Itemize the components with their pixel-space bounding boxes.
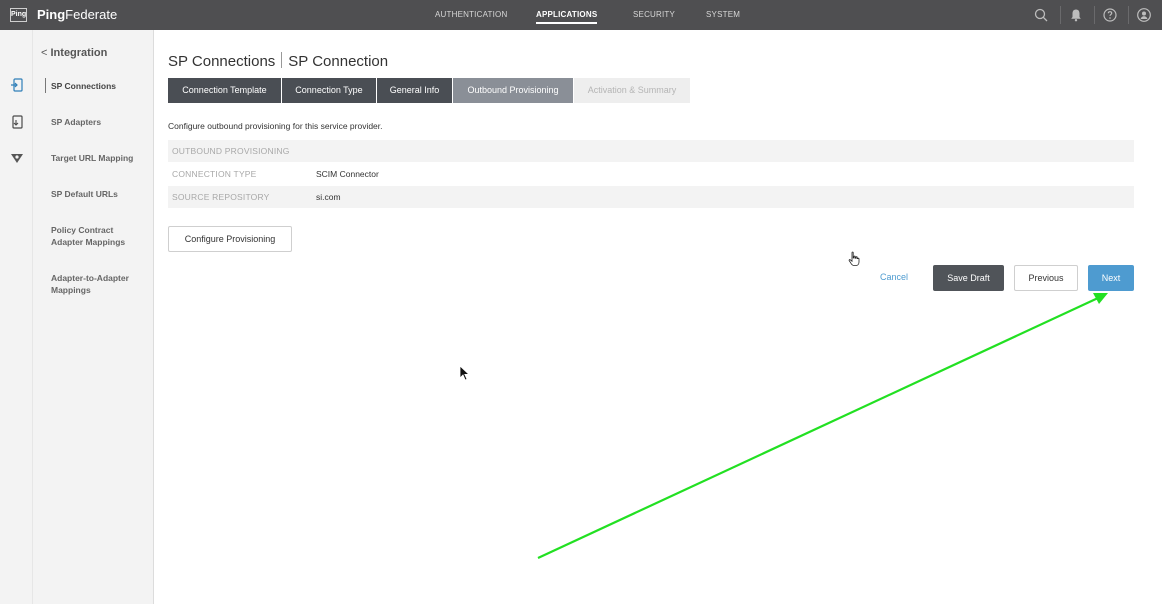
save-draft-button[interactable]: Save Draft <box>933 265 1004 291</box>
table-header: OUTBOUND PROVISIONING <box>172 146 290 156</box>
row-key: SOURCE REPOSITORY <box>172 192 270 202</box>
row-value: SCIM Connector <box>316 169 379 179</box>
user-icon[interactable] <box>1136 7 1152 23</box>
table-header-row: OUTBOUND PROVISIONING <box>168 140 1134 162</box>
adapter-icon[interactable] <box>9 114 25 130</box>
cancel-link[interactable]: Cancel <box>880 272 908 282</box>
sidebar-item-sp-adapters[interactable]: SP Adapters <box>51 116 147 128</box>
sidebar-item-target-url-mapping[interactable]: Target URL Mapping <box>51 152 147 164</box>
tab-general-info[interactable]: General Info <box>377 78 452 103</box>
sidebar-back-label: Integration <box>50 47 108 59</box>
top-separator <box>1128 6 1129 24</box>
top-bar: Ping PingFederate AUTHENTICATION APPLICA… <box>0 0 1162 30</box>
sidebar-item-adapter-to-adapter-mappings[interactable]: Adapter-to-Adapter Mappings <box>51 272 147 296</box>
configure-provisioning-button[interactable]: Configure Provisioning <box>168 226 292 252</box>
help-icon[interactable] <box>1102 7 1118 23</box>
ping-logo: Ping <box>10 8 27 22</box>
page-title-sub: SP Connection <box>288 53 389 70</box>
sidebar: < Integration SP Connections SP Adapters… <box>33 30 154 604</box>
row-key: CONNECTION TYPE <box>172 169 257 179</box>
table-row: SOURCE REPOSITORY si.com <box>168 186 1134 208</box>
icon-strip <box>0 30 33 604</box>
product-name: PingFederate <box>37 7 118 22</box>
chevron-left-icon: < <box>41 47 48 59</box>
top-separator <box>1060 6 1061 24</box>
sidebar-item-sp-default-urls[interactable]: SP Default URLs <box>51 188 147 200</box>
bell-icon[interactable] <box>1068 7 1084 23</box>
page-title-main: SP Connections <box>168 53 276 70</box>
nav-security[interactable]: SECURITY <box>633 10 675 19</box>
nav-system[interactable]: SYSTEM <box>706 10 740 19</box>
mapping-icon[interactable] <box>9 150 25 166</box>
title-divider <box>281 52 283 68</box>
search-icon[interactable] <box>1033 7 1049 23</box>
row-value: si.com <box>316 192 341 202</box>
tab-connection-template[interactable]: Connection Template <box>168 78 281 103</box>
nav-applications[interactable]: APPLICATIONS <box>536 10 598 24</box>
instruction-text: Configure outbound provisioning for this… <box>168 121 383 131</box>
nav-authentication[interactable]: AUTHENTICATION <box>435 10 507 19</box>
previous-button[interactable]: Previous <box>1014 265 1078 291</box>
arrow-cursor-icon <box>459 365 471 381</box>
tab-connection-type[interactable]: Connection Type <box>282 78 376 103</box>
connection-icon[interactable] <box>9 77 25 93</box>
tab-outbound-provisioning[interactable]: Outbound Provisioning <box>453 78 573 103</box>
sidebar-item-sp-connections[interactable]: SP Connections <box>45 78 147 93</box>
tab-activation-summary: Activation & Summary <box>574 78 690 103</box>
sidebar-item-policy-contract-adapter-mappings[interactable]: Policy Contract Adapter Mappings <box>51 224 147 248</box>
table-row: CONNECTION TYPE SCIM Connector <box>168 163 1134 185</box>
hand-cursor-icon <box>848 251 860 266</box>
next-button[interactable]: Next <box>1088 265 1134 291</box>
top-separator <box>1094 6 1095 24</box>
page-title: SP Connections SP Connection <box>168 52 388 70</box>
sidebar-back-link[interactable]: < Integration <box>41 47 107 59</box>
